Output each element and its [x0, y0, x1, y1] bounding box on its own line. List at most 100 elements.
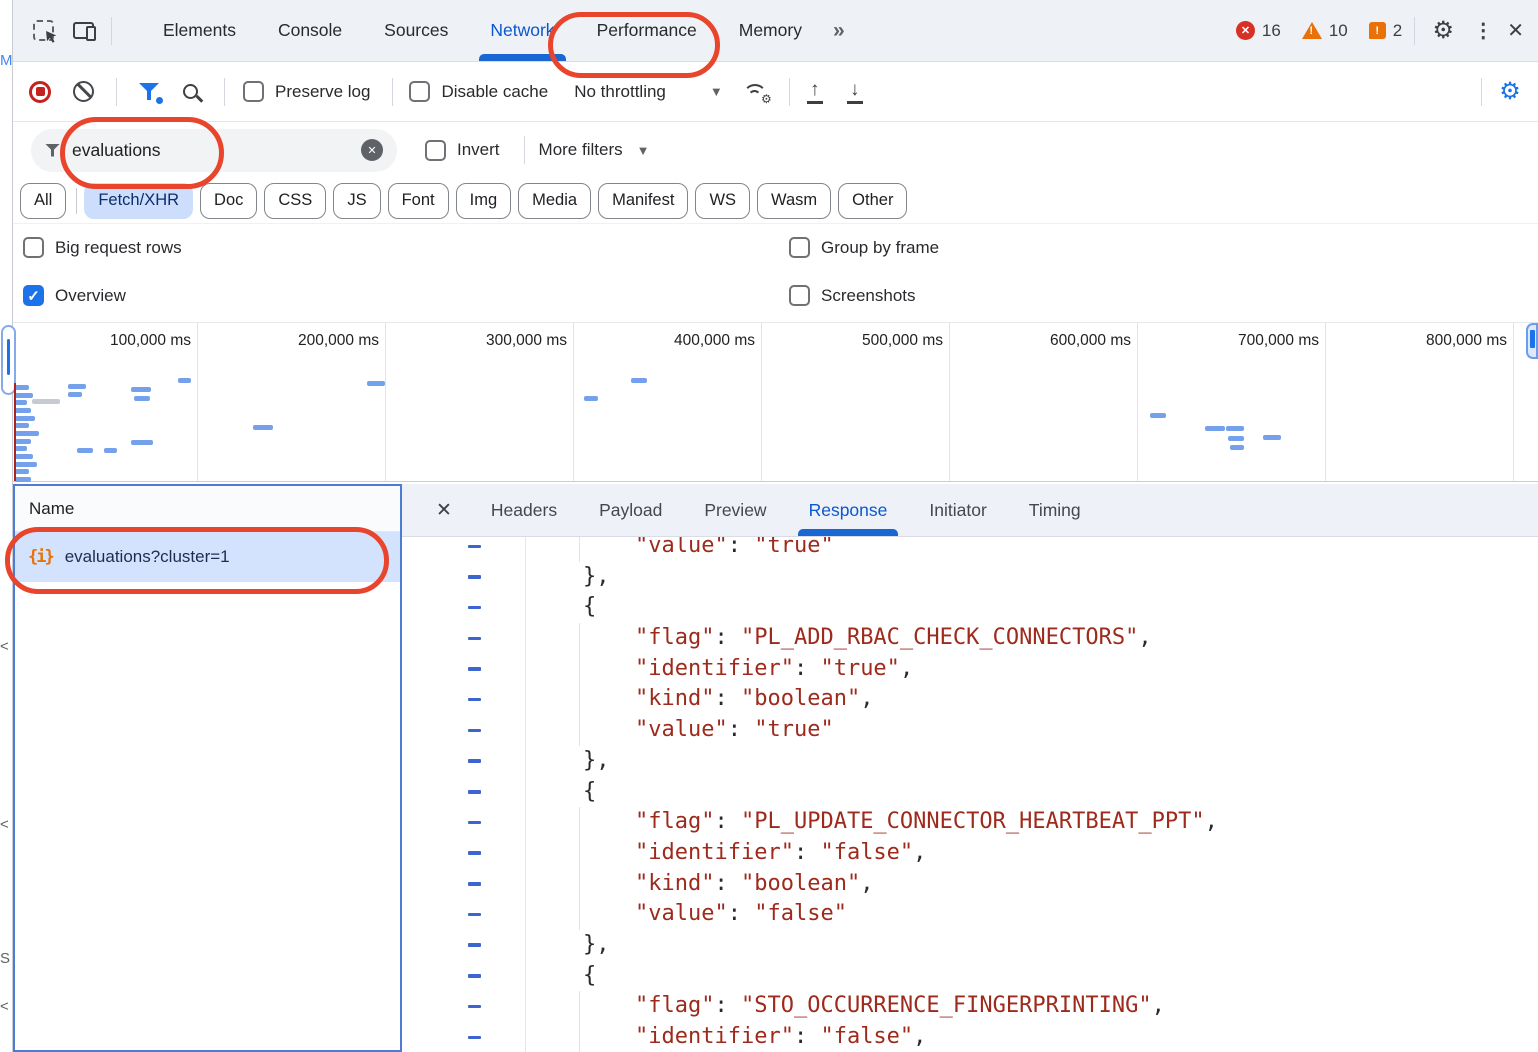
option-big-request-rows[interactable]: Big request rows — [23, 237, 182, 258]
separator — [524, 136, 525, 164]
active-tab-underline — [798, 529, 899, 536]
tab-elements[interactable]: Elements — [142, 0, 257, 61]
error-icon[interactable]: ✕ — [1236, 21, 1255, 40]
throttling-dropdown[interactable]: No throttling ▼ — [574, 82, 723, 102]
tab-memory[interactable]: Memory — [718, 0, 823, 61]
record-network-log-button[interactable] — [29, 81, 51, 103]
devtools-window: ElementsConsoleSourcesNetworkPerformance… — [12, 0, 1538, 1052]
indent-guide — [579, 899, 580, 930]
tab-sources[interactable]: Sources — [363, 0, 469, 61]
device-toolbar-icon[interactable] — [63, 11, 103, 51]
filter-chip-doc[interactable]: Doc — [200, 183, 257, 219]
more-tabs-button[interactable]: » — [823, 19, 853, 43]
overview-checkbox[interactable]: ✓ — [23, 285, 44, 306]
option-overview[interactable]: ✓ Overview — [23, 285, 126, 306]
filter-chip-wasm[interactable]: Wasm — [757, 183, 831, 219]
code-text: "identifier": "true", — [635, 654, 913, 685]
warning-icon[interactable]: ! — [1302, 22, 1322, 39]
filter-toggle-button[interactable] — [139, 83, 159, 100]
detail-tab-timing[interactable]: Timing — [1008, 484, 1102, 536]
tab-performance[interactable]: Performance — [576, 0, 718, 61]
clear-network-log-button[interactable] — [73, 81, 94, 102]
invert-checkbox[interactable] — [425, 140, 446, 161]
wrap-marker-dash — [468, 759, 481, 763]
waterfall-bar — [131, 387, 151, 392]
filter-chip-other[interactable]: Other — [838, 183, 907, 219]
export-har-button[interactable]: ↓ — [844, 80, 866, 104]
more-options-button[interactable]: ⋮ — [1463, 18, 1503, 43]
code-text: { — [583, 961, 596, 992]
name-column-header[interactable]: Name — [15, 486, 400, 532]
wrap-marker-dash — [468, 729, 481, 733]
waterfall-bar — [77, 448, 93, 453]
timeline-gridline — [1325, 323, 1326, 481]
filter-chip-fetch-xhr[interactable]: Fetch/XHR — [84, 183, 193, 219]
waterfall-bar — [584, 396, 598, 401]
code-text: "kind": "boolean", — [635, 869, 873, 900]
clear-filter-icon[interactable]: ✕ — [361, 139, 383, 161]
tab-console[interactable]: Console — [257, 0, 363, 61]
network-conditions-button[interactable]: ⚙ — [743, 82, 769, 102]
filter-text-input[interactable] — [72, 140, 302, 161]
detail-tab-payload[interactable]: Payload — [578, 484, 683, 536]
timeline-tick-label: 300,000 ms — [417, 332, 567, 352]
code-line: { — [402, 592, 1538, 623]
separator — [1414, 17, 1415, 45]
filter-chip-font[interactable]: Font — [388, 183, 449, 219]
inspect-element-icon[interactable] — [23, 11, 63, 51]
filter-chip-ws[interactable]: WS — [695, 183, 750, 219]
group-by-frame-checkbox[interactable] — [789, 237, 810, 258]
close-details-button[interactable]: ✕ — [402, 499, 470, 522]
search-network-button[interactable] — [183, 84, 198, 99]
code-text: "identifier": "false", — [635, 838, 926, 869]
code-text: }, — [583, 746, 610, 777]
waterfall-bar — [15, 469, 29, 474]
detail-tab-preview[interactable]: Preview — [683, 484, 787, 536]
wrap-marker-dash — [468, 698, 481, 702]
chevron-down-icon: ▼ — [710, 84, 723, 99]
waterfall-bar — [15, 416, 35, 421]
more-filters-dropdown[interactable]: More filters ▼ — [539, 140, 650, 160]
disable-cache-checkbox[interactable] — [409, 81, 430, 102]
indent-guide — [579, 684, 580, 715]
network-overview-timeline[interactable]: 100,000 ms200,000 ms300,000 ms400,000 ms… — [13, 322, 1538, 482]
wrap-marker-dash — [468, 790, 481, 794]
filter-chip-all[interactable]: All — [20, 183, 66, 219]
request-row[interactable]: {i}evaluations?cluster=1 — [15, 532, 400, 582]
option-screenshots[interactable]: Screenshots — [789, 285, 916, 306]
waterfall-bar — [1228, 436, 1244, 441]
detail-tabbar: ✕ HeadersPayloadPreviewResponseInitiator… — [402, 484, 1538, 537]
code-line: "value": "false" — [402, 899, 1538, 930]
close-devtools-button[interactable]: ✕ — [1503, 18, 1538, 43]
filter-chip-media[interactable]: Media — [518, 183, 591, 219]
chevron-down-icon: ▼ — [637, 143, 650, 158]
filter-chip-js[interactable]: JS — [333, 183, 380, 219]
filter-input-box[interactable]: ✕ — [31, 129, 397, 172]
tab-network[interactable]: Network — [469, 0, 575, 61]
issues-icon[interactable]: ! — [1369, 22, 1386, 39]
screenshots-label: Screenshots — [821, 286, 916, 306]
detail-tab-initiator[interactable]: Initiator — [908, 484, 1007, 536]
filter-funnel-small-icon — [45, 144, 60, 157]
filter-chip-manifest[interactable]: Manifest — [598, 183, 688, 219]
detail-tab-response[interactable]: Response — [788, 484, 909, 536]
overview-right-handle[interactable] — [1526, 323, 1538, 359]
network-settings-button[interactable]: ⚙ — [1490, 72, 1530, 112]
detail-tab-headers[interactable]: Headers — [470, 484, 578, 536]
preserve-log-checkbox[interactable] — [243, 81, 264, 102]
response-viewer[interactable]: "value": "true"},{"flag": "PL_ADD_RBAC_C… — [402, 537, 1538, 1052]
page-text-fragment: M — [0, 52, 12, 69]
screenshots-checkbox[interactable] — [789, 285, 810, 306]
code-text: "identifier": "false", — [635, 1022, 926, 1052]
settings-gear-button[interactable]: ⚙ — [1423, 11, 1463, 51]
filter-chip-img[interactable]: Img — [456, 183, 512, 219]
big-request-rows-checkbox[interactable] — [23, 237, 44, 258]
option-group-by-frame[interactable]: Group by frame — [789, 237, 939, 258]
code-text: "value": "true" — [635, 537, 834, 562]
code-line: "identifier": "true", — [402, 654, 1538, 685]
page-text-fragment: S — [0, 950, 10, 967]
import-har-button[interactable]: ↑ — [804, 80, 826, 104]
filter-chip-css[interactable]: CSS — [264, 183, 326, 219]
waterfall-bar — [131, 440, 153, 445]
waterfall-bar — [1205, 426, 1225, 431]
